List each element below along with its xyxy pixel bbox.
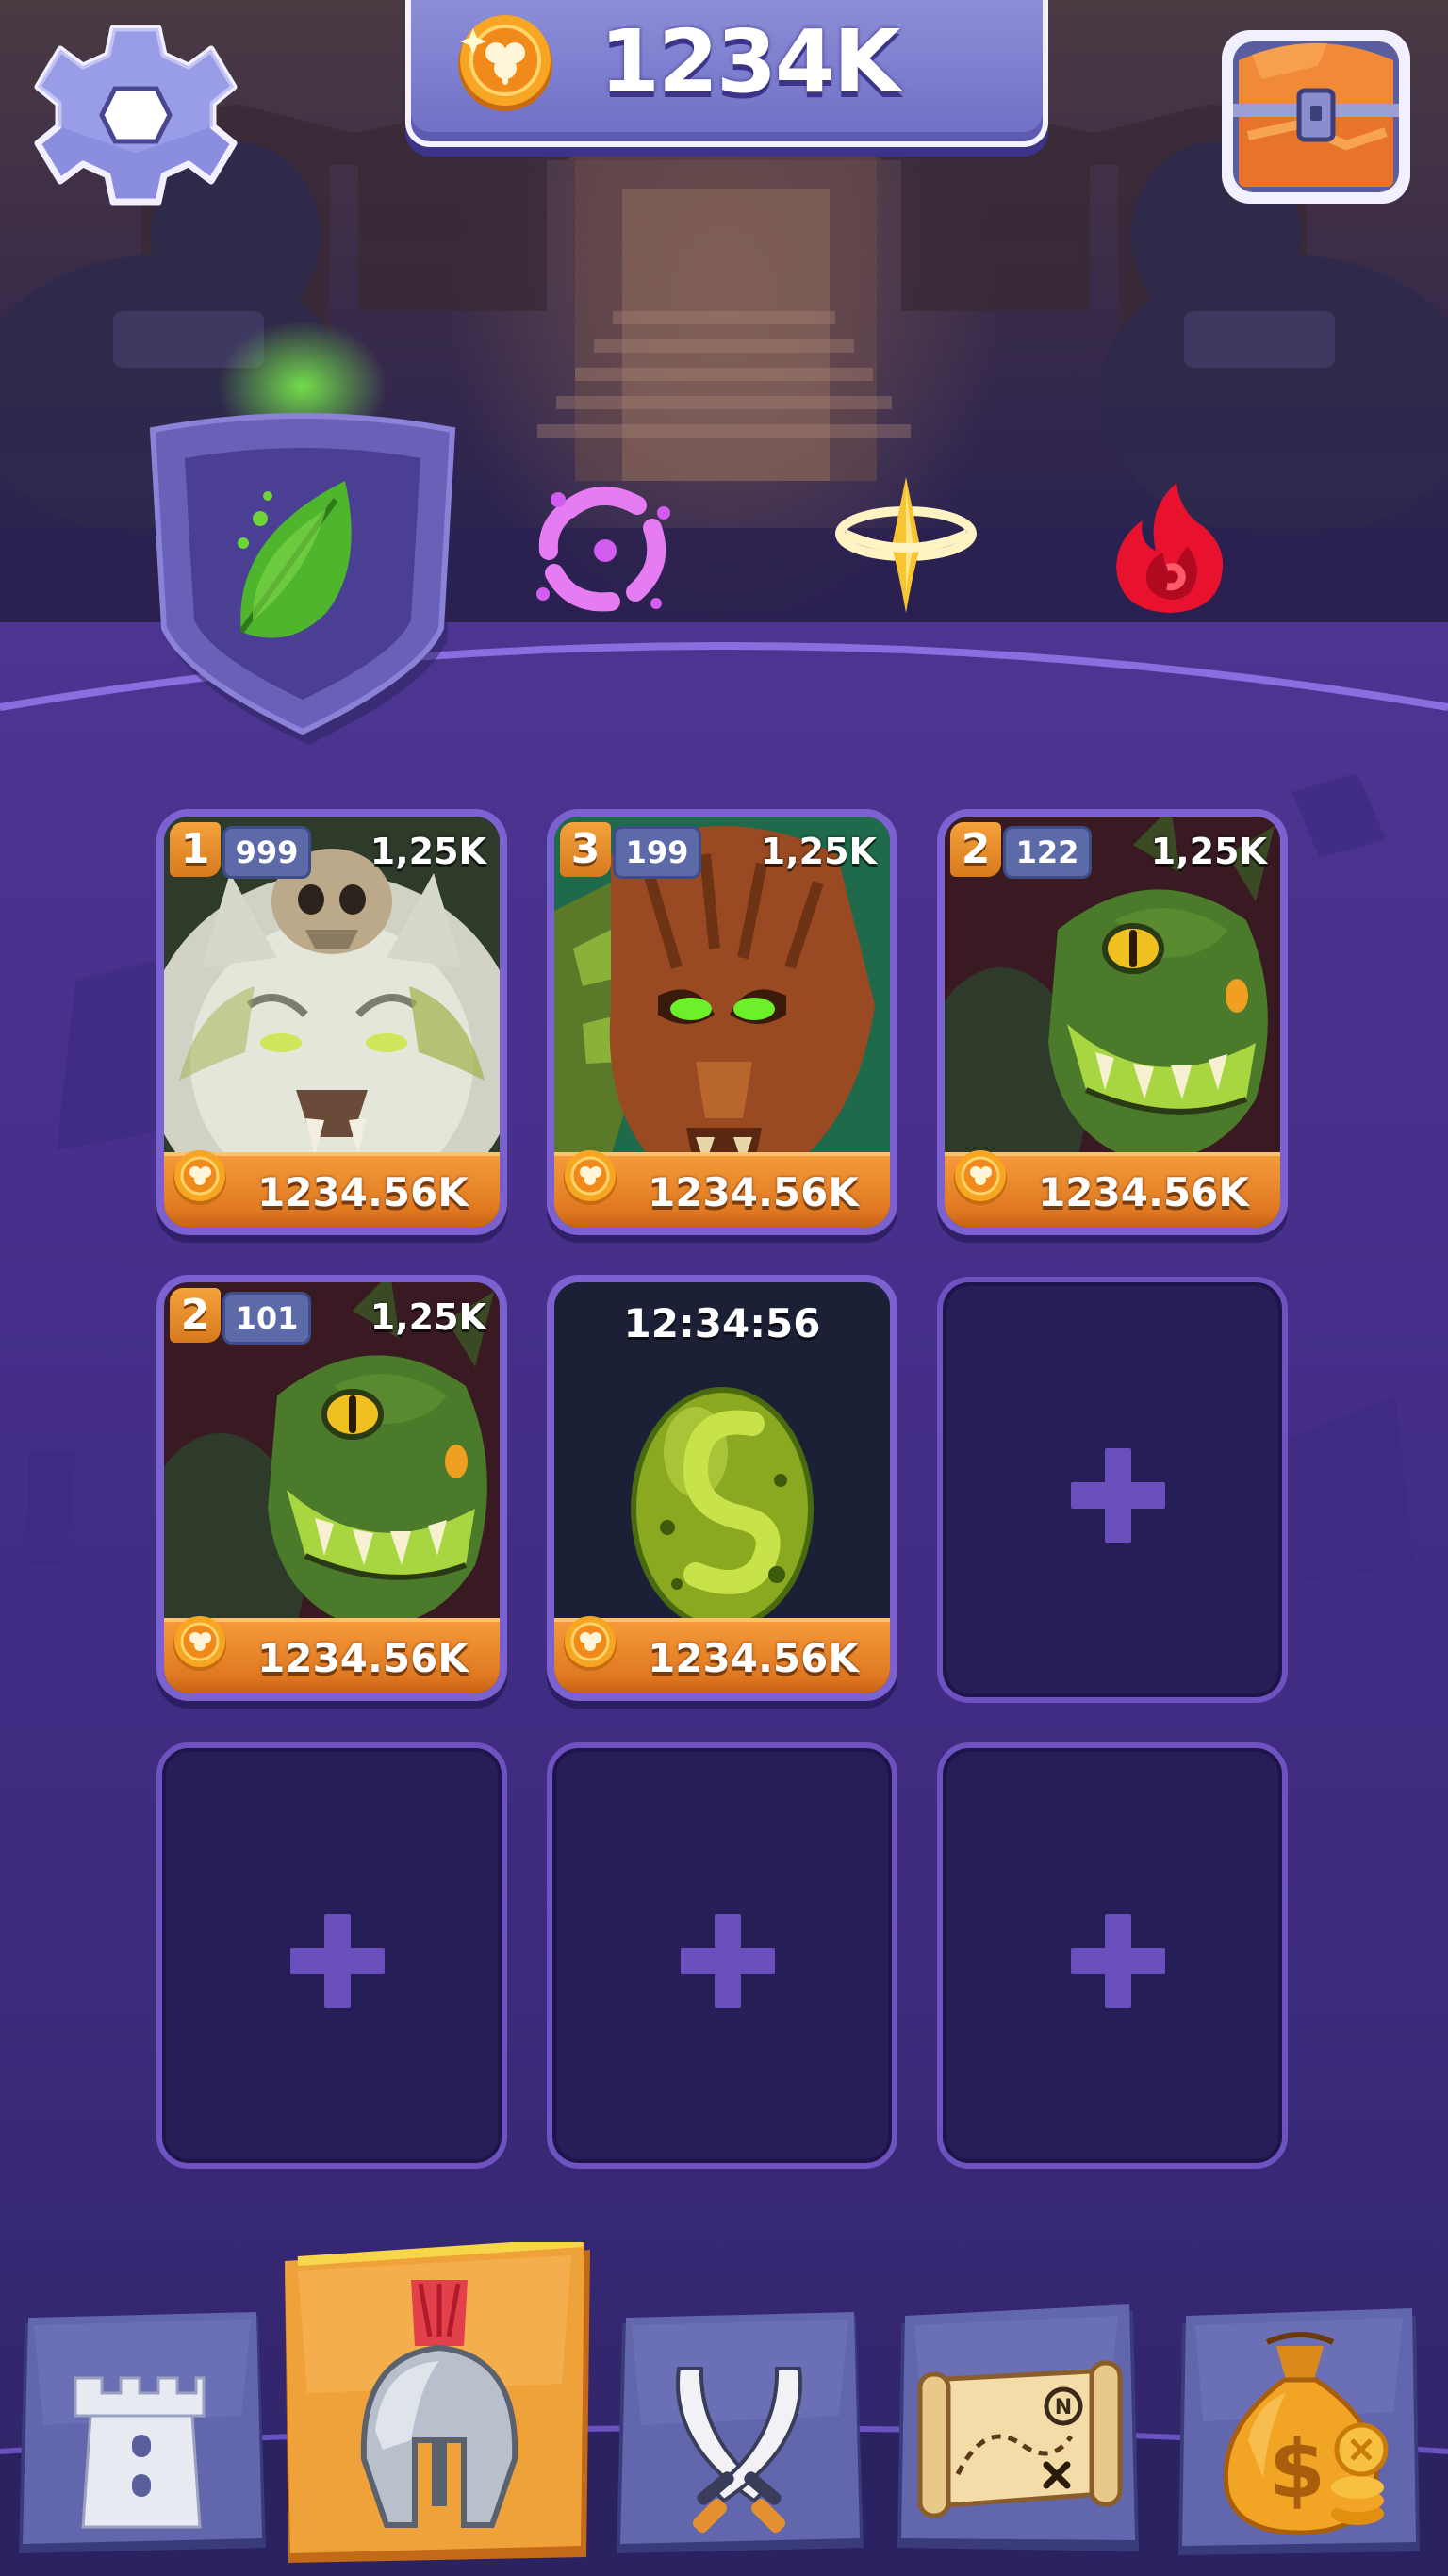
spartan-helmet-icon[interactable]: [279, 2242, 594, 2563]
price-bar[interactable]: 1234.56K: [945, 1150, 1280, 1228]
empty-slot[interactable]: [547, 1742, 897, 2169]
rate-label: 1,25K: [760, 831, 877, 872]
monster-card-dragon[interactable]: 2 101 1,25K 1234.56K: [156, 1275, 507, 1701]
void-vortex-icon[interactable]: [524, 471, 684, 622]
treasure-map-icon[interactable]: N: [892, 2304, 1144, 2557]
count-badge: 999: [222, 826, 311, 879]
level-badge: 2: [170, 1288, 221, 1343]
monster-card-dragon[interactable]: 2 122 1,25K 1234.56K: [937, 809, 1288, 1235]
price-bar[interactable]: 1234.56K: [554, 1616, 890, 1693]
coin-icon: [954, 1150, 1007, 1205]
price-value: 1234.56K: [648, 1635, 859, 1681]
price-bar[interactable]: 1234.56K: [164, 1150, 500, 1228]
light-halo-icon[interactable]: [826, 471, 986, 622]
egg-card[interactable]: 12:34:56 1234.56K: [547, 1275, 897, 1701]
level-badge: 2: [950, 822, 1001, 877]
empty-slot[interactable]: [937, 1742, 1288, 2169]
plus-icon: [290, 1914, 385, 2008]
crossed-swords-icon[interactable]: [613, 2312, 865, 2557]
coin-icon: [564, 1150, 617, 1205]
svg-text:$: $: [1269, 2422, 1325, 2517]
castle-tower-icon[interactable]: [15, 2312, 268, 2557]
price-value: 1234.56K: [648, 1169, 859, 1215]
count-badge: 199: [613, 826, 701, 879]
level-badge: 3: [560, 822, 611, 877]
price-bar[interactable]: 1234.56K: [164, 1616, 500, 1693]
svg-text:N: N: [1055, 2396, 1072, 2419]
price-value: 1234.56K: [257, 1635, 469, 1681]
level-badge: 1: [170, 822, 221, 877]
rate-label: 1,25K: [370, 1296, 486, 1338]
coin-icon: [564, 1616, 617, 1671]
empty-slot[interactable]: [937, 1277, 1288, 1703]
empty-slot[interactable]: [156, 1742, 507, 2169]
hatch-timer: 12:34:56: [623, 1300, 821, 1346]
tab-nature[interactable]: [147, 321, 458, 754]
plus-icon: [681, 1914, 775, 2008]
monster-card-ent[interactable]: 3 199 1,25K 1234.56K: [547, 809, 897, 1235]
plus-icon: [1071, 1448, 1165, 1543]
count-badge: 101: [222, 1292, 311, 1345]
fire-icon[interactable]: [1090, 471, 1250, 622]
coin-icon: [173, 1616, 226, 1671]
price-value: 1234.56K: [257, 1169, 469, 1215]
rate-label: 1,25K: [370, 831, 486, 872]
gear-icon[interactable]: [32, 21, 239, 209]
rate-label: 1,25K: [1150, 831, 1267, 872]
money-bag-icon[interactable]: $: [1173, 2308, 1425, 2557]
coin-icon: [458, 15, 552, 111]
coin-balance-panel: 1234K: [405, 0, 1048, 147]
price-bar[interactable]: 1234.56K: [554, 1150, 890, 1228]
monster-card-wolf[interactable]: 1 999 1,25K 1234.56K: [156, 809, 507, 1235]
price-value: 1234.56K: [1038, 1169, 1249, 1215]
coin-icon: [173, 1150, 226, 1205]
coin-balance: 1234K: [600, 11, 900, 112]
plus-icon: [1071, 1914, 1165, 2008]
treasure-chest-icon[interactable]: [1214, 23, 1418, 211]
count-badge: 122: [1003, 826, 1092, 879]
